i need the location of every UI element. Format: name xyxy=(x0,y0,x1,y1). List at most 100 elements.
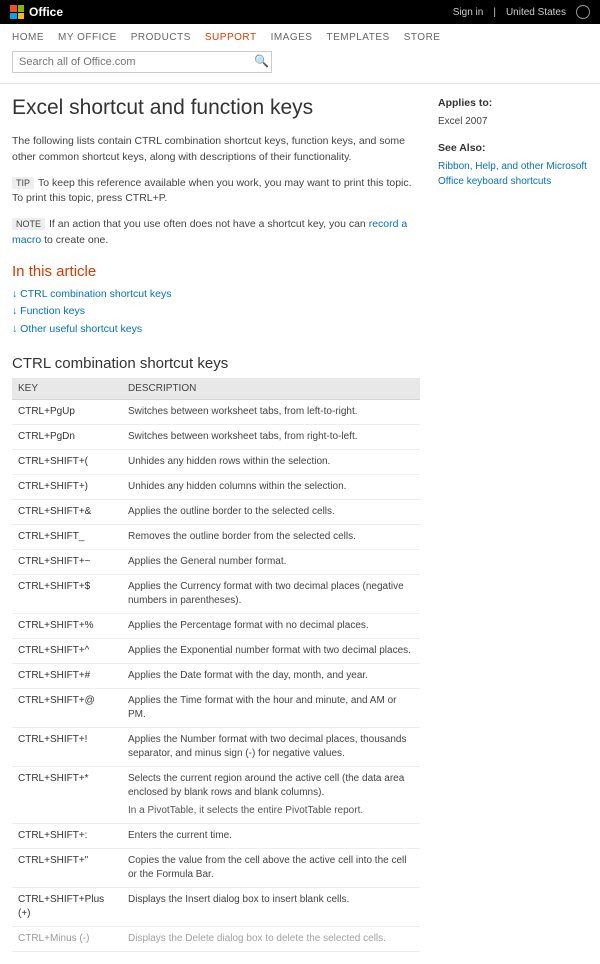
shortcut-key: CTRL+PgDn xyxy=(12,425,122,450)
shortcut-key: CTRL+SHIFT+~ xyxy=(12,550,122,575)
nav-support[interactable]: SUPPORT xyxy=(205,32,257,43)
shortcut-desc: Displays the Insert dialog box to insert… xyxy=(122,888,420,927)
shortcut-key: CTRL+SHIFT+Plus (+) xyxy=(12,888,122,927)
top-right-controls: Sign in | United States xyxy=(453,5,590,19)
shortcut-key: CTRL+SHIFT+) xyxy=(12,475,122,500)
region-link[interactable]: United States xyxy=(506,7,566,18)
search-input[interactable] xyxy=(12,51,272,73)
table-row: CTRL+SHIFT+"Copies the value from the ce… xyxy=(12,849,420,888)
note-callout: NOTE If an action that you use often does… xyxy=(12,217,420,249)
globe-icon[interactable] xyxy=(576,5,590,19)
see-also-label: See Also: xyxy=(438,141,588,157)
table-row: CTRL+PgDnSwitches between worksheet tabs… xyxy=(12,425,420,450)
shortcut-key: CTRL+SHIFT+& xyxy=(12,500,122,525)
search-icon[interactable]: 🔍 xyxy=(254,54,269,68)
shortcut-desc: Switches between worksheet tabs, from ri… xyxy=(122,425,420,450)
toc-link-other[interactable]: Other useful shortcut keys xyxy=(12,321,420,339)
shortcut-key: CTRL+SHIFT+* xyxy=(12,767,122,824)
table-row: CTRL+SHIFT+Plus (+)Displays the Insert d… xyxy=(12,888,420,927)
see-also-block: See Also: Ribbon, Help, and other Micros… xyxy=(438,141,588,189)
shortcut-desc: Switches between worksheet tabs, from le… xyxy=(122,400,420,425)
table-header-row: KEY DESCRIPTION xyxy=(12,378,420,400)
table-row: CTRL+SHIFT+:Enters the current time. xyxy=(12,824,420,849)
shortcut-desc: Unhides any hidden rows within the selec… xyxy=(122,450,420,475)
shortcut-desc: Removes the outline border from the sele… xyxy=(122,525,420,550)
shortcut-key: CTRL+SHIFT+@ xyxy=(12,689,122,728)
table-row: CTRL+Minus (-)Displays the Delete dialog… xyxy=(12,927,420,952)
search-row: 🔍 xyxy=(0,51,600,84)
th-desc: DESCRIPTION xyxy=(122,378,420,400)
note-tag: NOTE xyxy=(12,218,45,230)
shortcut-desc: Applies the General number format. xyxy=(122,550,420,575)
shortcut-key: CTRL+SHIFT+$ xyxy=(12,575,122,614)
shortcut-key: CTRL+SHIFT+! xyxy=(12,728,122,767)
table-row: CTRL+SHIFT+^Applies the Exponential numb… xyxy=(12,639,420,664)
shortcut-key: CTRL+SHIFT+: xyxy=(12,824,122,849)
table-row: CTRL+SHIFT_Removes the outline border fr… xyxy=(12,525,420,550)
nav-products[interactable]: PRODUCTS xyxy=(131,32,191,43)
table-row: CTRL+SHIFT+)Unhides any hidden columns w… xyxy=(12,475,420,500)
ctrl-table-title: CTRL combination shortcut keys xyxy=(12,355,420,372)
shortcut-desc: Unhides any hidden columns within the se… xyxy=(122,475,420,500)
table-row: CTRL+SHIFT+~Applies the General number f… xyxy=(12,550,420,575)
toc-link-function[interactable]: Function keys xyxy=(12,303,420,321)
brand[interactable]: Office xyxy=(10,5,63,19)
main-nav: HOME MY OFFICE PRODUCTS SUPPORT IMAGES T… xyxy=(0,24,600,51)
content-wrap: Excel shortcut and function keys The fol… xyxy=(0,84,600,964)
table-row: CTRL+SHIFT+#Applies the Date format with… xyxy=(12,664,420,689)
nav-store[interactable]: STORE xyxy=(404,32,441,43)
in-this-article-heading: In this article xyxy=(12,263,420,280)
shortcut-key: CTRL+SHIFT+# xyxy=(12,664,122,689)
tip-tag: TIP xyxy=(12,177,34,189)
shortcut-table: KEY DESCRIPTION CTRL+PgUpSwitches betwee… xyxy=(12,378,420,952)
shortcut-key: CTRL+SHIFT+" xyxy=(12,849,122,888)
nav-templates[interactable]: TEMPLATES xyxy=(326,32,389,43)
see-also-link[interactable]: Ribbon, Help, and other Microsoft Office… xyxy=(438,161,587,187)
applies-to-value: Excel 2007 xyxy=(438,116,487,127)
search-box: 🔍 xyxy=(12,51,272,73)
shortcut-desc: Applies the Number format with two decim… xyxy=(122,728,420,767)
note-prefix: If an action that you use often does not… xyxy=(49,218,369,230)
table-row: CTRL+SHIFT+(Unhides any hidden rows with… xyxy=(12,450,420,475)
table-row: CTRL+SHIFT+@Applies the Time format with… xyxy=(12,689,420,728)
shortcut-key: CTRL+SHIFT+^ xyxy=(12,639,122,664)
table-row: CTRL+SHIFT+*Selects the current region a… xyxy=(12,767,420,824)
th-key: KEY xyxy=(12,378,122,400)
top-divider: | xyxy=(493,7,496,18)
top-bar: Office Sign in | United States xyxy=(0,0,600,24)
tip-callout: TIPTo keep this reference available when… xyxy=(12,176,420,208)
brand-text: Office xyxy=(29,5,63,19)
shortcut-desc: Enters the current time. xyxy=(122,824,420,849)
shortcut-key: CTRL+PgUp xyxy=(12,400,122,425)
nav-home[interactable]: HOME xyxy=(12,32,44,43)
intro-text: The following lists contain CTRL combina… xyxy=(12,134,420,166)
shortcut-key: CTRL+SHIFT+( xyxy=(12,450,122,475)
office-logo-icon xyxy=(10,5,24,19)
shortcut-key: CTRL+SHIFT_ xyxy=(12,525,122,550)
table-row: CTRL+SHIFT+&Applies the outline border t… xyxy=(12,500,420,525)
applies-to-block: Applies to: Excel 2007 xyxy=(438,96,588,129)
shortcut-key: CTRL+Minus (-) xyxy=(12,927,122,952)
page-title: Excel shortcut and function keys xyxy=(12,96,420,120)
shortcut-subdesc: In a PivotTable, it selects the entire P… xyxy=(128,804,414,818)
shortcut-desc: Selects the current region around the ac… xyxy=(122,767,420,824)
table-row: CTRL+SHIFT+%Applies the Percentage forma… xyxy=(12,614,420,639)
table-row: CTRL+SHIFT+$Applies the Currency format … xyxy=(12,575,420,614)
sign-in-link[interactable]: Sign in xyxy=(453,7,484,18)
shortcut-desc: Copies the value from the cell above the… xyxy=(122,849,420,888)
table-row: CTRL+PgUpSwitches between worksheet tabs… xyxy=(12,400,420,425)
shortcut-desc: Applies the Percentage format with no de… xyxy=(122,614,420,639)
main-column: Excel shortcut and function keys The fol… xyxy=(12,96,420,952)
nav-my-office[interactable]: MY OFFICE xyxy=(58,32,117,43)
shortcut-key: CTRL+SHIFT+% xyxy=(12,614,122,639)
aside-column: Applies to: Excel 2007 See Also: Ribbon,… xyxy=(438,96,588,952)
toc-link-ctrl[interactable]: CTRL combination shortcut keys xyxy=(12,286,420,304)
shortcut-desc: Applies the Time format with the hour an… xyxy=(122,689,420,728)
applies-to-label: Applies to: xyxy=(438,96,588,112)
shortcut-desc: Displays the Delete dialog box to delete… xyxy=(122,927,420,952)
nav-images[interactable]: IMAGES xyxy=(271,32,313,43)
note-suffix: to create one. xyxy=(41,234,108,246)
shortcut-desc: Applies the outline border to the select… xyxy=(122,500,420,525)
shortcut-desc: Applies the Date format with the day, mo… xyxy=(122,664,420,689)
shortcut-desc: Applies the Currency format with two dec… xyxy=(122,575,420,614)
